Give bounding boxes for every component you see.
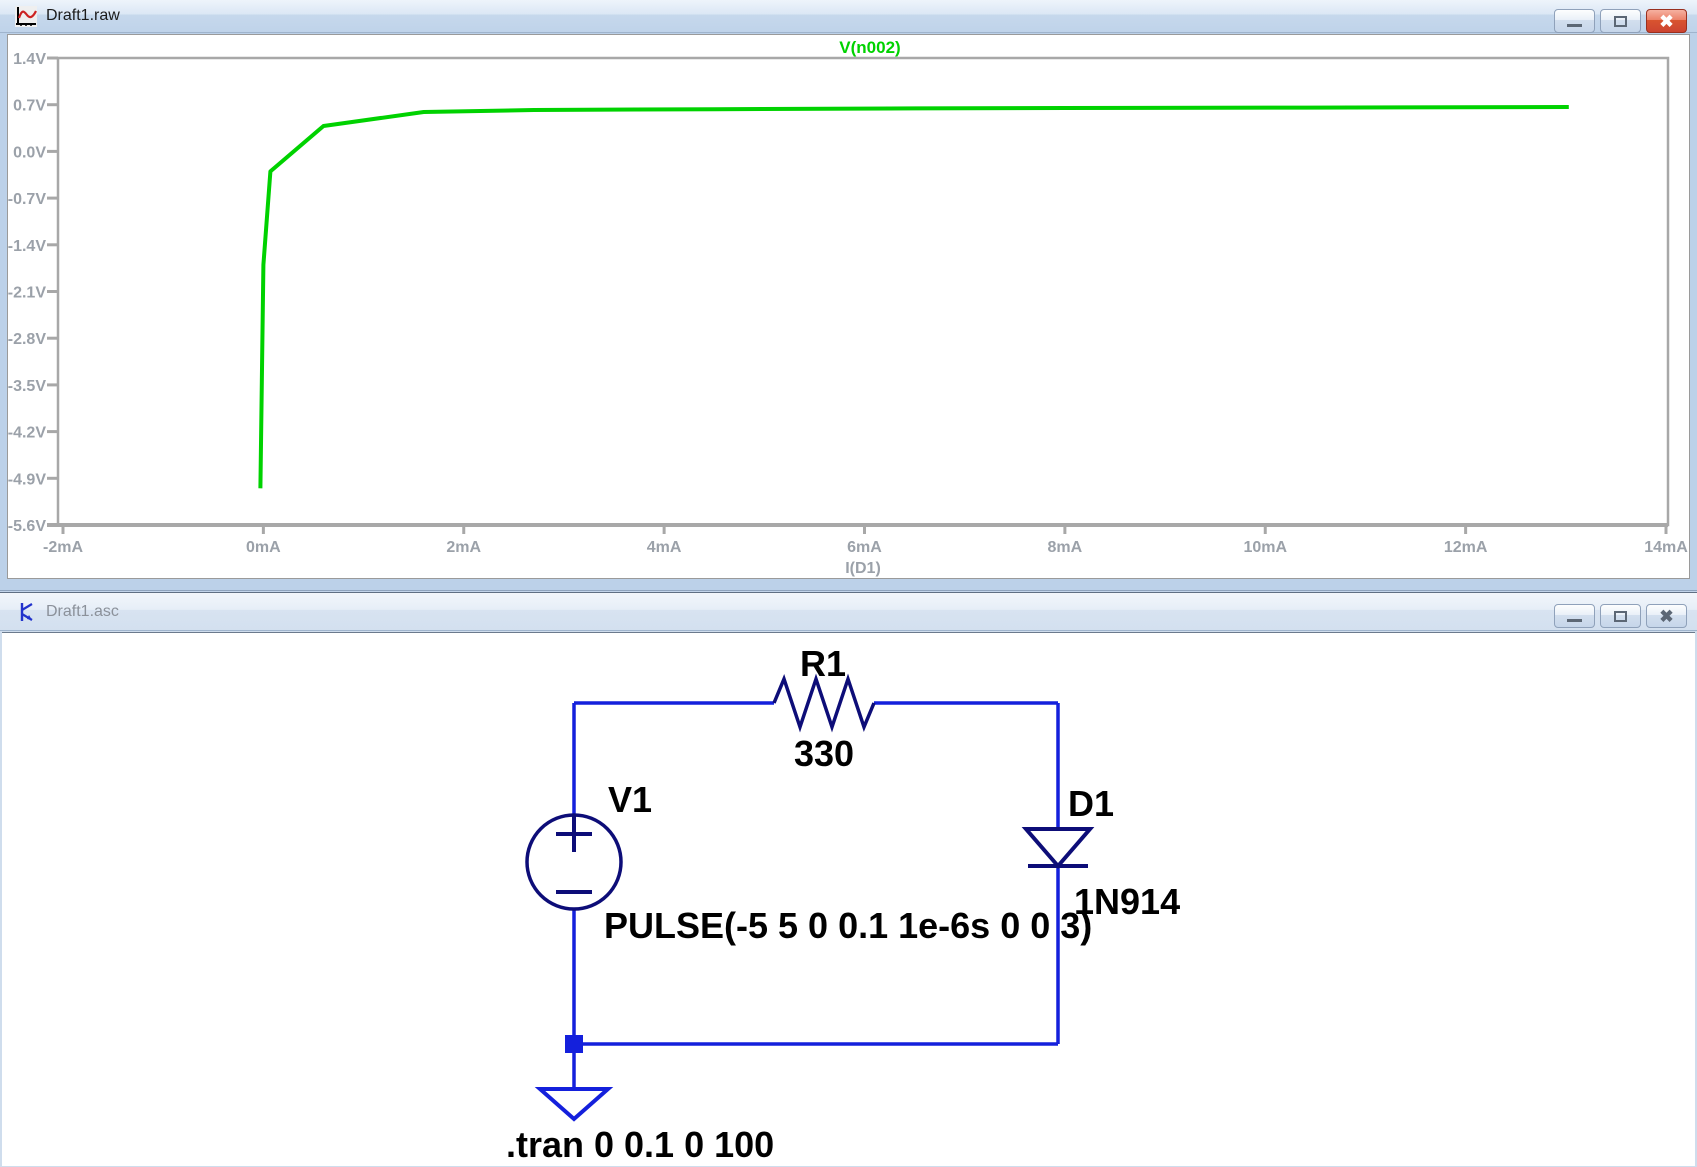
minimize-icon (1567, 24, 1582, 27)
wire-junction-node[interactable] (565, 1035, 583, 1053)
voltage-source-symbol[interactable] (527, 815, 621, 909)
waveform-window: Draft1.raw ✖ V(n002) -2mA0mA2mA4mA6mA8mA… (0, 0, 1697, 591)
raw-window-title: Draft1.raw (46, 7, 120, 25)
maximize-icon (1614, 611, 1627, 622)
x-axis-label: I(D1) (845, 560, 881, 577)
asc-minimize-button[interactable] (1554, 604, 1595, 628)
waveform-plot[interactable]: -2mA 0mA 2mA 4mA 6mA 8mA 10mA 12mA 14mA 1.4V 0.7V 0… (8, 35, 1691, 580)
y-tick-label: 1.4V (13, 51, 46, 68)
x-tick-label: 8mA (1048, 539, 1083, 556)
x-tick-label: 4mA (647, 539, 682, 556)
y-tick-label: -1.4V (8, 238, 46, 255)
raw-titlebar[interactable]: Draft1.raw ✖ (0, 0, 1697, 33)
schematic-canvas[interactable]: R1 330 V1 PULSE(-5 5 0 0.1 1e-6s 0 0 3) … (2, 632, 1695, 1166)
x-tick-label: 0mA (246, 539, 281, 556)
x-tick-label: 14mA (1644, 539, 1688, 556)
desktop: Draft1.raw ✖ V(n002) -2mA0mA2mA4mA6mA8mA… (0, 0, 1697, 1167)
y-tick-label: -0.7V (8, 191, 46, 208)
diode-ref-label[interactable]: D1 (1068, 783, 1114, 824)
spice-directive[interactable]: .tran 0 0.1 0 100 (506, 1124, 774, 1165)
diode-symbol[interactable] (1026, 829, 1090, 866)
raw-close-button[interactable]: ✖ (1646, 9, 1687, 33)
x-tick-label: -2mA (43, 539, 83, 556)
ground-symbol[interactable] (540, 1089, 608, 1119)
asc-close-button[interactable]: ✖ (1646, 604, 1687, 628)
trace-V(n002)[interactable] (260, 107, 1568, 488)
resistor-value-label[interactable]: 330 (794, 733, 854, 774)
y-tick-label: -2.1V (8, 285, 46, 302)
raw-maximize-button[interactable] (1600, 9, 1641, 33)
y-tick-label: -5.6V (8, 518, 46, 535)
minimize-icon (1567, 619, 1582, 622)
close-icon: ✖ (1659, 13, 1673, 30)
x-tick-label: 10mA (1243, 539, 1287, 556)
x-tick-label: 6mA (847, 539, 882, 556)
y-tick-label: 0.0V (13, 144, 46, 161)
source-value-label[interactable]: PULSE(-5 5 0 0.1 1e-6s 0 0 3) (604, 905, 1092, 946)
close-icon: ✖ (1659, 608, 1673, 625)
asc-window-title: Draft1.asc (46, 603, 119, 621)
waveform-icon (15, 6, 37, 27)
maximize-icon (1614, 16, 1627, 27)
diode-value-label[interactable]: 1N914 (1074, 881, 1180, 922)
schematic-window: Draft1.asc ✖ (0, 592, 1697, 1167)
waveform-plot-pane[interactable]: V(n002) -2mA0mA2mA4mA6mA8mA10mA12mA14mA1… (7, 34, 1690, 579)
asc-titlebar[interactable]: Draft1.asc ✖ (0, 593, 1697, 631)
resistor-ref-label[interactable]: R1 (800, 643, 846, 684)
x-tick-label: 2mA (446, 539, 481, 556)
y-tick-label: 0.7V (13, 98, 46, 115)
y-tick-label: -4.2V (8, 425, 46, 442)
schematic-icon (15, 601, 37, 622)
y-tick-label: -2.8V (8, 331, 46, 348)
resistor-symbol[interactable] (774, 679, 874, 727)
y-tick-label: -3.5V (8, 378, 46, 395)
source-ref-label[interactable]: V1 (608, 779, 652, 820)
raw-window-controls: ✖ (1554, 9, 1687, 33)
y-tick-label: -4.9V (8, 471, 46, 488)
asc-maximize-button[interactable] (1600, 604, 1641, 628)
plot-border (58, 58, 1668, 525)
x-tick-label: 12mA (1444, 539, 1488, 556)
raw-minimize-button[interactable] (1554, 9, 1595, 33)
asc-window-controls: ✖ (1554, 604, 1687, 628)
